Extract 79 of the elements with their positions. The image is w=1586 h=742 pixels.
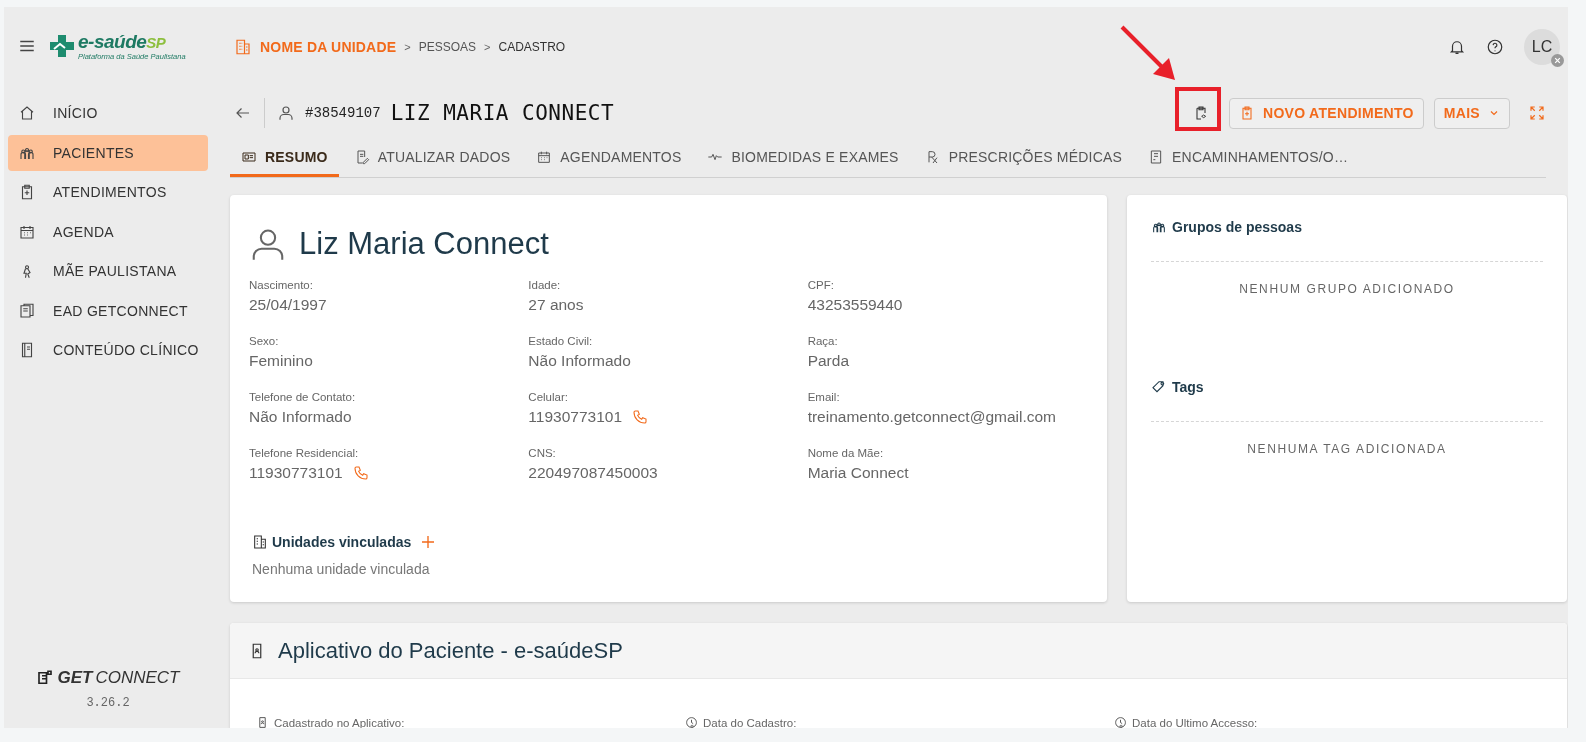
breadcrumb-separator: > (404, 41, 411, 53)
tab[interactable]: AGENDAMENTOS (525, 139, 693, 177)
patient-full-name: Liz Maria Connect (299, 226, 549, 262)
empty-message: NENHUM GRUPO ADICIONADO (1238, 282, 1456, 296)
field-label: Estado Civil: (528, 335, 594, 347)
cross-logo-icon (48, 34, 76, 58)
sidebar-item[interactable]: MÃE PAULISTANA (8, 253, 208, 289)
field-label: CPF: (807, 279, 835, 291)
building-icon (234, 38, 252, 56)
clock-user-icon (1114, 716, 1127, 728)
tab[interactable]: BIOMEDIDAS E EXAMES (696, 139, 910, 177)
empty-message: NENHUMA TAG ADICIONADA (1246, 442, 1448, 456)
getconnect-logo-icon (36, 669, 55, 687)
book-icon (18, 301, 36, 320)
tag-icon (1151, 379, 1167, 395)
field-value: treinamento.getconnect@gmail.com (807, 408, 1056, 426)
field-value: Não Informado (249, 408, 352, 426)
sidebar-item[interactable]: PACIENTES (8, 134, 208, 171)
field-value: 11930773101 (249, 464, 343, 482)
section-title: Grupos de pessoas (1172, 219, 1302, 235)
sidebar-item[interactable]: ATENDIMENTOS (8, 174, 208, 210)
brand-name-bold: GET (57, 668, 93, 688)
empty-message: Nenhuma unidade vinculada (252, 561, 431, 577)
fullscreen-icon[interactable] (1528, 104, 1546, 122)
field-value: 25/04/1997 (249, 296, 327, 314)
people-icon (1151, 219, 1167, 235)
tab[interactable]: RESUMO (230, 139, 339, 177)
phone-icon[interactable] (352, 465, 369, 481)
field-label: Email: (807, 391, 841, 403)
patient-id: #38549107 (305, 105, 381, 121)
close-icon[interactable] (1551, 54, 1564, 67)
field-label: CNS: (528, 447, 557, 459)
home-icon (18, 104, 36, 122)
phone-user-icon (256, 716, 269, 728)
help-icon[interactable] (1486, 38, 1504, 56)
field-label: Raça: (807, 335, 839, 347)
section-title: Tags (1172, 379, 1204, 395)
sidebar-item[interactable]: CONTEÚDO CLÍNICO (8, 332, 208, 368)
building-icon (252, 534, 268, 550)
sidebar-item[interactable]: INÍCIO (8, 95, 208, 131)
highlight-box (1175, 87, 1221, 131)
field-value: Feminino (249, 352, 313, 370)
field-label: Telefone de Contato: (249, 391, 357, 403)
phone-icon[interactable] (632, 409, 648, 425)
sidebar-item[interactable]: AGENDA (8, 213, 208, 250)
field-value: Parda (807, 352, 850, 370)
section-title: Unidades vinculadas (272, 534, 412, 550)
brand-name-light: CONNECT (95, 668, 180, 688)
field-value: 27 anos (528, 296, 584, 314)
field-label: Telefone Residencial: (249, 447, 360, 459)
card-title: Aplicativo do Paciente - e-saúdeSP (278, 637, 623, 664)
tab[interactable]: ATUALIZAR DADOS (342, 139, 522, 177)
field-label: Cadastrado no Aplicativo: (274, 716, 405, 728)
sidebar-item[interactable]: EAD GETCONNECT (8, 292, 208, 329)
field-label: Nome da Mãe: (807, 447, 885, 459)
field-value: 11930773101 (528, 408, 622, 426)
field-label: Data do Ultimo Accesso: (1132, 716, 1258, 728)
breadcrumb-link[interactable]: PESSOAS (418, 40, 477, 54)
tab[interactable]: ENCAMINHAMENTOS/O… (1137, 139, 1360, 177)
breadcrumb-link[interactable]: CADASTRO (498, 40, 566, 54)
breadcrumb-separator: > (484, 41, 491, 53)
field-label: Nascimento: (249, 279, 314, 291)
field-label: Sexo: (249, 335, 280, 347)
clipboard-plus-icon (1239, 105, 1255, 121)
clipboard-eye-icon (1193, 105, 1209, 121)
field-value: Não Informado (528, 352, 631, 370)
user-icon (277, 104, 295, 122)
field-label: Data do Cadastro: (703, 716, 797, 728)
field-value: 220497087450003 (528, 464, 658, 482)
logo-name: e-saúdeSP (78, 31, 167, 52)
field-label: Celular: (528, 391, 569, 403)
field-value: Maria Connect (807, 464, 909, 482)
clock-user-icon (685, 716, 698, 728)
version-label: 3.26.2 (86, 696, 130, 710)
bell-icon[interactable] (1448, 38, 1466, 56)
field-label: Idade: (528, 279, 562, 291)
tab[interactable]: PRESCRIÇÕES MÉDICAS (913, 139, 1134, 177)
patient-name: LIZ MARIA CONNECT (390, 101, 615, 125)
field-value: 43253559440 (807, 296, 903, 314)
